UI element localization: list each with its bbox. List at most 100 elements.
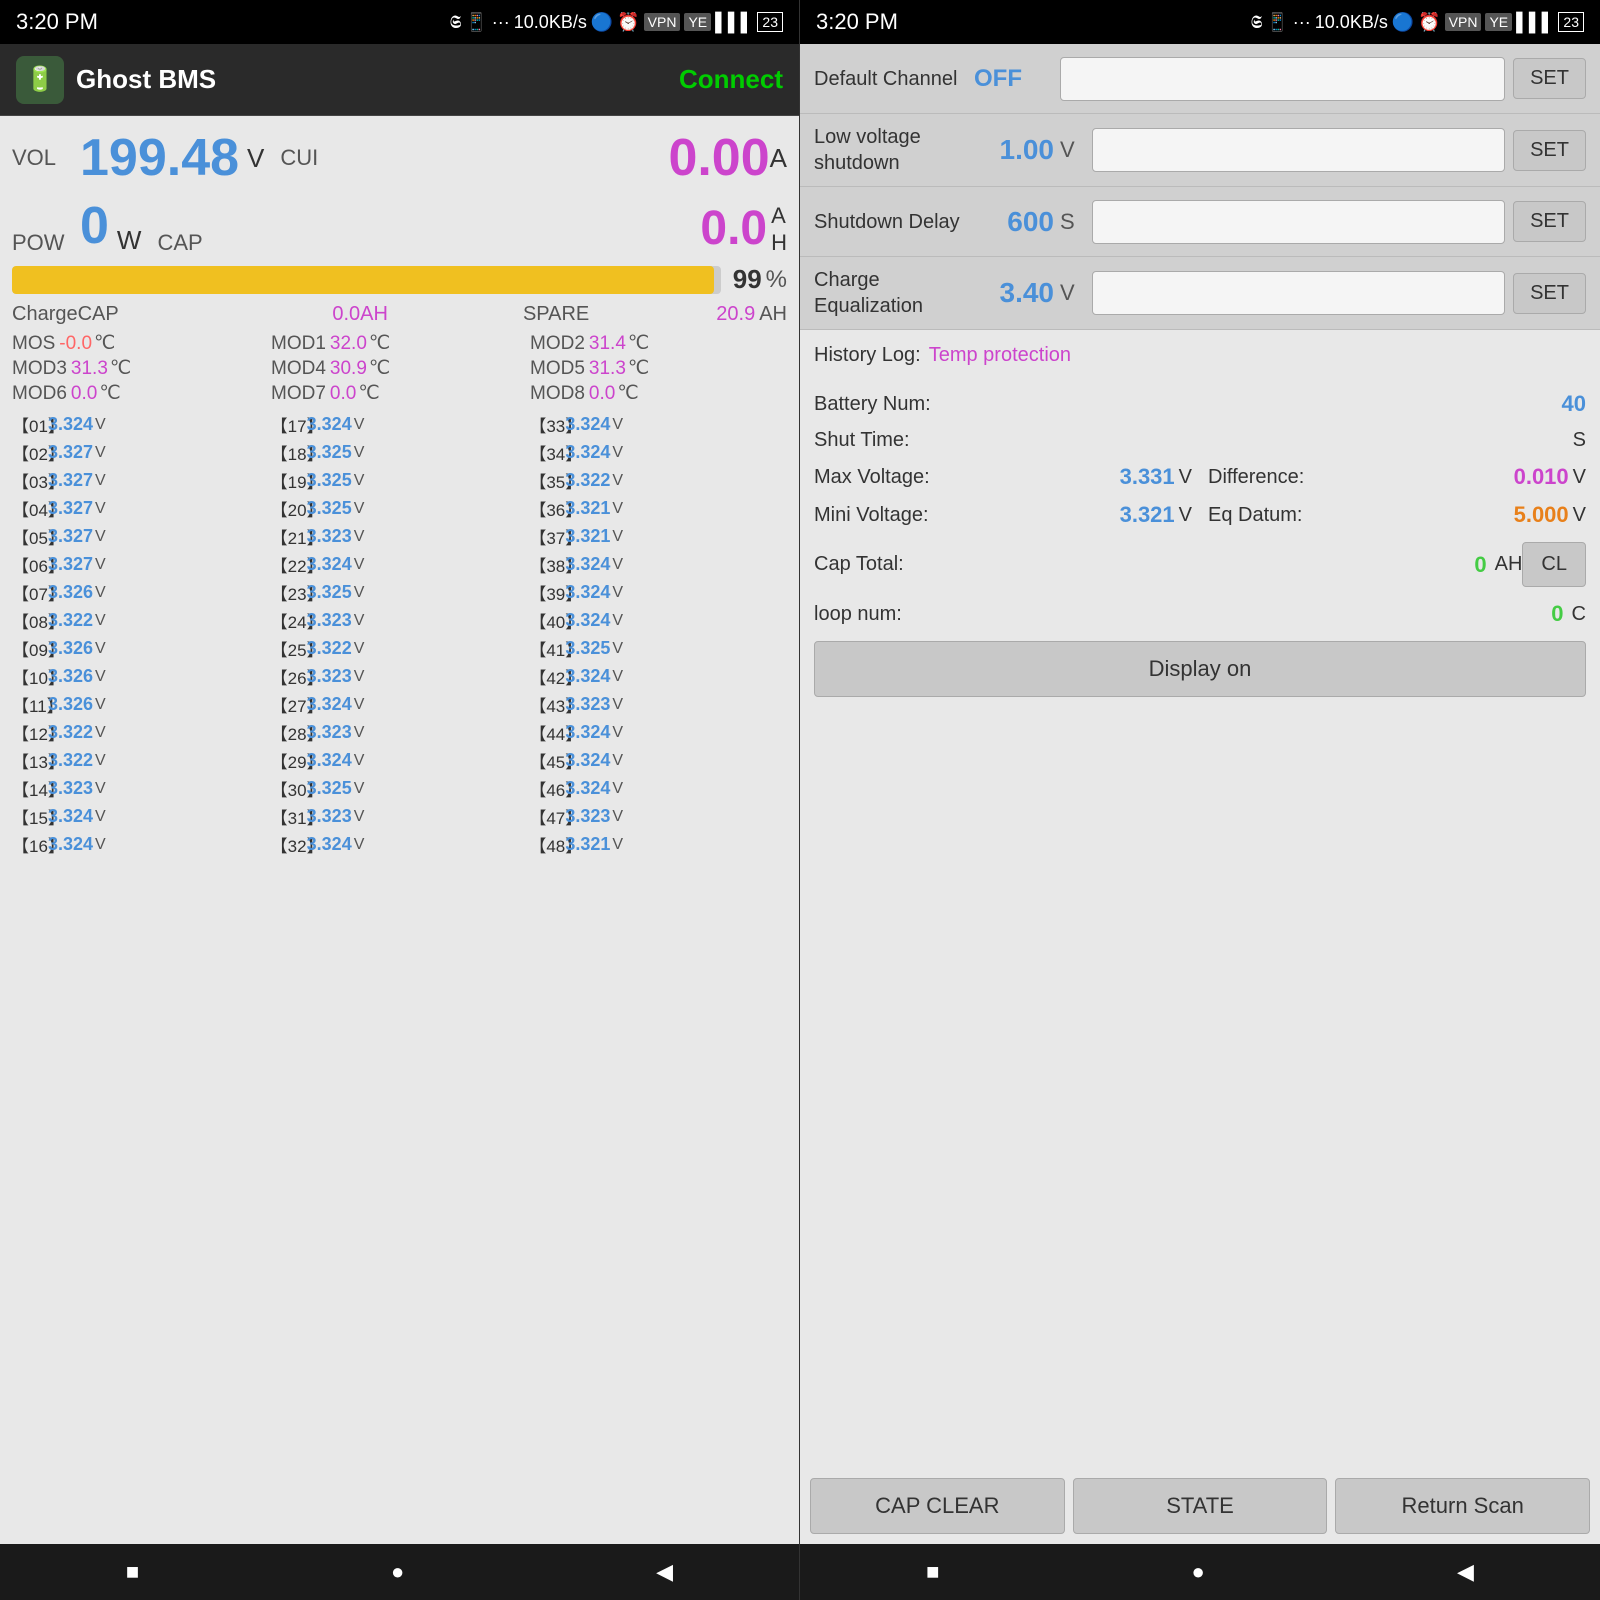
set-button[interactable]: SET <box>1513 201 1586 242</box>
mod-value: 31.3 <box>71 358 108 380</box>
cell-unit: V <box>612 500 623 518</box>
setting-row-2: Shutdown Delay 600 S SET <box>800 187 1600 257</box>
set-button[interactable]: SET <box>1513 58 1586 99</box>
cap-unit-h: H <box>771 230 787 256</box>
cell-val: 3.326 <box>48 638 93 659</box>
setting-input-field[interactable] <box>1092 128 1505 172</box>
right-status-bar: 3:20 PM 𝕾 📱 ··· 10.0KB/s 🔵 ⏰ VPN YE ▌▌▌ … <box>800 0 1600 44</box>
cell-val: 3.324 <box>48 414 93 435</box>
shut-time-row: Shut Time: S <box>800 423 1600 458</box>
cell-num: 【16】 <box>12 832 48 857</box>
right-home-btn[interactable]: ● <box>1192 1559 1205 1585</box>
max-voltage-label: Max Voltage: <box>814 466 1120 489</box>
display-on-button[interactable]: Display on <box>814 641 1586 697</box>
setting-input-field[interactable] <box>1092 271 1505 315</box>
setting-input-field[interactable] <box>1060 57 1505 101</box>
main-content: VOL 199.48 V CUI 0.00 A POW 0 W CAP 0.0 … <box>0 116 799 1544</box>
cell-val: 3.322 <box>307 638 352 659</box>
charge-cap-row: ChargeCAP 0.0AH SPARE 20.9 AH <box>12 303 787 326</box>
alarm-icon: ⏰ <box>617 12 639 33</box>
battery-num-label: Battery Num: <box>814 393 1562 416</box>
cell-num: 【19】 <box>271 468 307 493</box>
diff-value: 0.010 <box>1514 464 1569 490</box>
cell-unit: V <box>354 668 365 686</box>
cell-unit: V <box>612 556 623 574</box>
cell-val: 3.324 <box>565 778 610 799</box>
cell-unit: V <box>95 528 106 546</box>
bt-icon: 🔵 <box>591 12 613 33</box>
cell-num: 【32】 <box>271 832 307 857</box>
cell-unit: V <box>95 500 106 518</box>
cell-val: 3.325 <box>307 582 352 603</box>
cell-item: 【21】3.323V <box>271 523 529 550</box>
cell-unit: V <box>95 752 106 770</box>
cell-val: 3.322 <box>48 610 93 631</box>
cell-item: 【34】3.324V <box>529 439 787 466</box>
left-back-btn[interactable]: ◀ <box>656 1559 673 1585</box>
return-scan-button[interactable]: Return Scan <box>1335 1478 1590 1534</box>
state-button[interactable]: STATE <box>1073 1478 1328 1534</box>
cell-num: 【08】 <box>12 608 48 633</box>
r-whatsapp-icon: 📱 <box>1266 12 1288 33</box>
cell-item: 【41】3.325V <box>529 635 787 662</box>
left-status-bar: 3:20 PM 𝕾 📱 ··· 10.0KB/s 🔵 ⏰ VPN YE ▌▌▌ … <box>0 0 799 44</box>
cell-unit: V <box>354 640 365 658</box>
cell-unit: V <box>95 640 106 658</box>
cell-num: 【20】 <box>271 496 307 521</box>
mini-voltage-label: Mini Voltage: <box>814 504 1120 527</box>
progress-symbol: % <box>766 266 787 294</box>
cell-item: 【46】3.324V <box>529 775 787 802</box>
cell-num: 【04】 <box>12 496 48 521</box>
left-stop-btn[interactable]: ■ <box>126 1559 139 1585</box>
voltage-unit: V <box>247 143 264 174</box>
progress-row: 99 % <box>12 264 787 295</box>
current-unit: A <box>770 143 787 174</box>
cell-item: 【37】3.321V <box>529 523 787 550</box>
cell-val: 3.323 <box>48 778 93 799</box>
cell-unit: V <box>95 836 106 854</box>
cell-unit: V <box>95 472 106 490</box>
cell-unit: V <box>354 416 365 434</box>
cell-item: 【30】3.325V <box>271 775 529 802</box>
right-status-icons: 𝕾 📱 ··· 10.0KB/s 🔵 ⏰ VPN YE ▌▌▌ 23 <box>1250 12 1584 33</box>
cell-unit: V <box>354 808 365 826</box>
right-stop-btn[interactable]: ■ <box>926 1559 939 1585</box>
cell-unit: V <box>612 472 623 490</box>
cell-item: 【10】3.326V <box>12 663 270 690</box>
power-row: POW 0 W CAP 0.0 A H <box>12 196 787 256</box>
cap-value: 0.0 <box>700 201 767 256</box>
cell-val: 3.325 <box>565 638 610 659</box>
cell-unit: V <box>612 696 623 714</box>
cell-item: 【38】3.324V <box>529 551 787 578</box>
right-back-btn[interactable]: ◀ <box>1457 1559 1474 1585</box>
mod-item: MOD430.9℃ <box>271 357 528 380</box>
cell-item: 【01】3.324V <box>12 411 270 438</box>
cui-label: CUI <box>280 145 318 171</box>
mod-value: 31.4 <box>589 333 626 355</box>
set-button[interactable]: SET <box>1513 130 1586 171</box>
connect-button[interactable]: Connect <box>679 64 783 95</box>
cell-unit: V <box>354 500 365 518</box>
cell-num: 【18】 <box>271 440 307 465</box>
cell-val: 3.327 <box>48 526 93 547</box>
progress-bar-bg <box>12 266 721 294</box>
cell-num: 【40】 <box>529 608 565 633</box>
r-battery-icon: 23 <box>1558 12 1584 32</box>
cell-num: 【48】 <box>529 832 565 857</box>
cell-val: 3.322 <box>565 470 610 491</box>
cell-val: 3.324 <box>565 414 610 435</box>
cell-num: 【46】 <box>529 776 565 801</box>
cl-button[interactable]: CL <box>1522 542 1586 587</box>
cell-val: 3.324 <box>307 834 352 855</box>
mod-item: MOD132.0℃ <box>271 332 528 355</box>
dots-icon: ··· <box>492 12 510 33</box>
cell-item: 【09】3.326V <box>12 635 270 662</box>
loop-num-unit: C <box>1572 603 1586 626</box>
setting-input-field[interactable] <box>1092 200 1505 244</box>
cell-unit: V <box>612 528 623 546</box>
cap-clear-button[interactable]: CAP CLEAR <box>810 1478 1065 1534</box>
set-button[interactable]: SET <box>1513 273 1586 314</box>
eq-label: Eq Datum: <box>1208 504 1514 527</box>
cell-num: 【12】 <box>12 720 48 745</box>
left-home-btn[interactable]: ● <box>391 1559 404 1585</box>
